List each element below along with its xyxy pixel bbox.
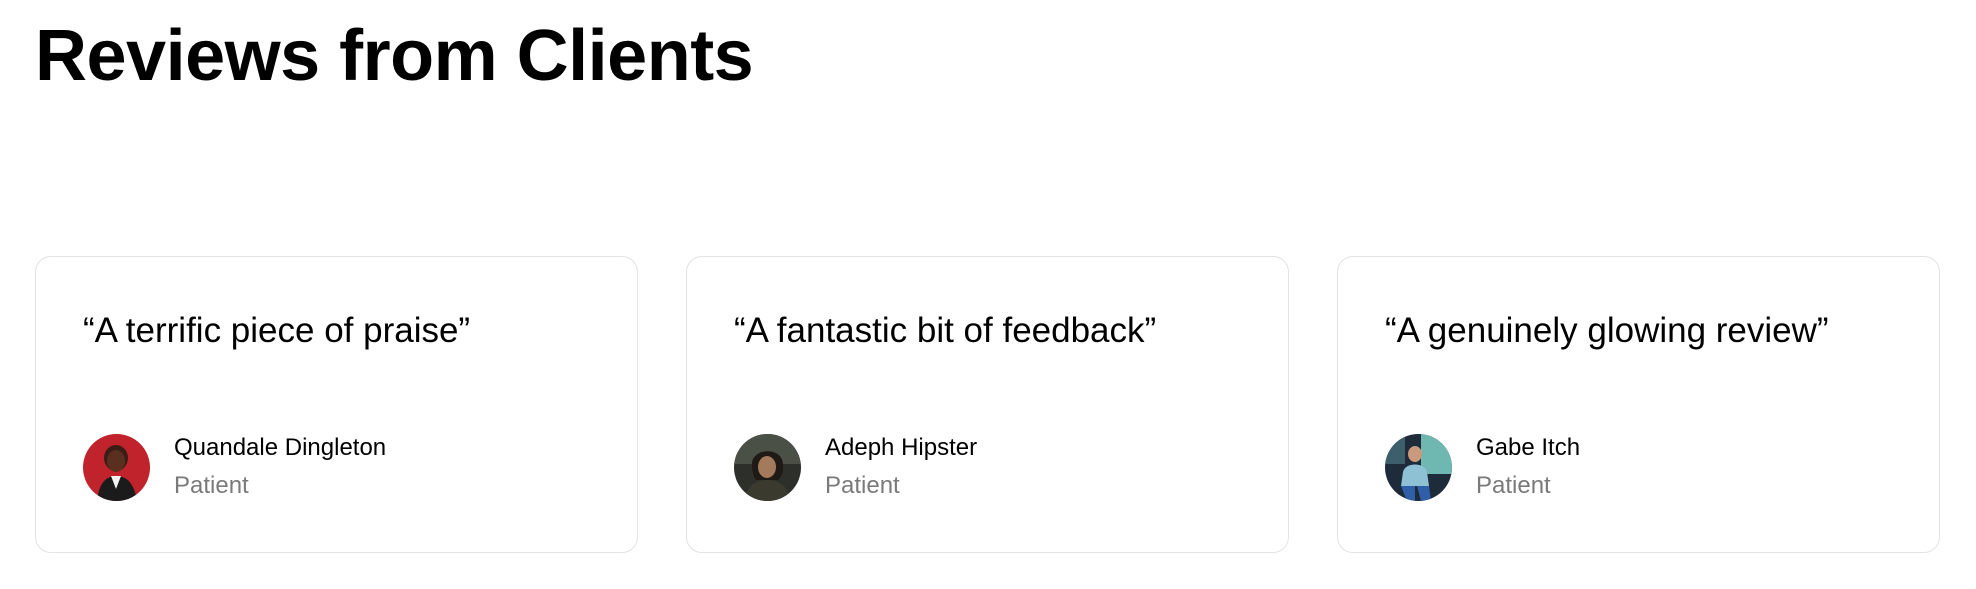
avatar <box>734 433 801 501</box>
review-quote: “A genuinely glowing review” <box>1385 311 1829 350</box>
review-author: Adeph Hipster Patient <box>734 433 977 501</box>
avatar <box>1385 433 1452 501</box>
review-card: “A fantastic bit of feedback” Adeph Hips… <box>686 256 1289 553</box>
author-name: Gabe Itch <box>1476 434 1581 461</box>
review-card-list: “A terrific piece of praise” Quandale Di… <box>35 256 1940 553</box>
review-quote: “A fantastic bit of feedback” <box>734 311 1157 350</box>
review-quote: “A terrific piece of praise” <box>83 311 471 350</box>
page-title: Reviews from Clients <box>35 16 754 96</box>
avatar <box>83 433 150 501</box>
reviews-section: Reviews from Clients “A terrific piece o… <box>0 0 1976 589</box>
review-author: Gabe Itch Patient <box>1385 433 1580 501</box>
author-role: Patient <box>1476 472 1551 499</box>
author-role: Patient <box>174 472 249 499</box>
author-name: Adeph Hipster <box>825 434 978 461</box>
person-photo-icon <box>1385 433 1452 501</box>
author-name: Quandale Dingleton <box>174 434 387 461</box>
review-author: Quandale Dingleton Patient <box>83 433 386 501</box>
author-info: Quandale Dingleton Patient <box>174 433 386 501</box>
author-role: Patient <box>825 472 900 499</box>
review-card: “A genuinely glowing review” Gabe Itch P… <box>1337 256 1940 553</box>
author-info: Gabe Itch Patient <box>1476 433 1580 501</box>
person-photo-icon <box>734 433 801 501</box>
author-info: Adeph Hipster Patient <box>825 433 977 501</box>
person-photo-icon <box>83 433 150 501</box>
review-card: “A terrific piece of praise” Quandale Di… <box>35 256 638 553</box>
